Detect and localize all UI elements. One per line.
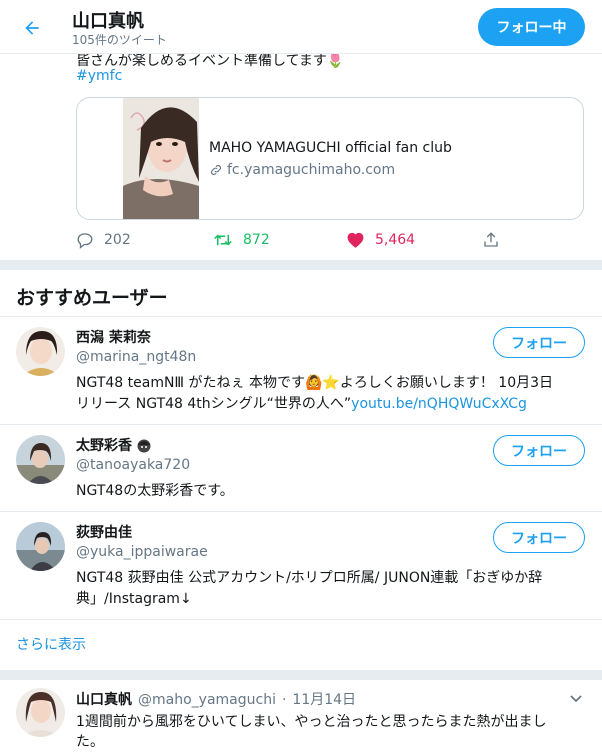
tweet-actions: 202 872 5,464 — [76, 231, 516, 253]
share-icon — [484, 232, 498, 247]
avatar[interactable] — [16, 522, 65, 571]
hashtag-link[interactable]: #ymfc — [76, 68, 122, 84]
reply-icon — [77, 233, 93, 249]
tweet-header: 山口真帆 @maho_yamaguchi · 11月14日 — [76, 689, 356, 709]
back-button[interactable] — [16, 12, 48, 44]
bio-text: リリース NGT48 4thシングル“世界の人へ” — [76, 396, 352, 412]
retweet-icon — [214, 234, 232, 246]
tweet-menu-button[interactable] — [568, 690, 584, 706]
tweet-text-line: た。 — [76, 734, 104, 750]
share-button[interactable] — [482, 231, 500, 249]
card-domain-text: fc.yamaguchimaho.com — [227, 162, 396, 178]
bio-line: リリース NGT48 4thシングル“世界の人へ”youtu.be/nQHQWu… — [76, 394, 588, 415]
user-item[interactable]: 太野彩香 @tanoayaka720 フォロー NGT48の太野彩香です。 — [0, 425, 602, 511]
user-handle: @tanoayaka720 — [76, 457, 191, 473]
user-bio: NGT48の太野彩香です。 — [76, 481, 588, 502]
user-item[interactable]: 荻野由佳 @yuka_ippaiwarae フォロー NGT48 荻野由佳 公式… — [0, 512, 602, 619]
follow-button[interactable]: フォロー — [493, 435, 585, 466]
show-more-link[interactable]: さらに表示 — [16, 634, 86, 654]
section-divider — [0, 670, 602, 680]
section-divider — [0, 260, 602, 270]
user-item[interactable]: 西潟 茉莉奈 @marina_ngt48n フォロー NGT48 teamNⅢ … — [0, 317, 602, 424]
user-name-text: 太野彩香 — [76, 438, 132, 454]
separator-dot: · — [281, 692, 287, 708]
link-card[interactable]: MAHO YAMAGUCHI official fan club fc.yama… — [76, 97, 584, 220]
avatar[interactable] — [16, 327, 65, 376]
tweet-count: 105件のツイート — [72, 33, 167, 47]
like-button[interactable]: 5,464 — [346, 231, 415, 249]
card-image — [123, 98, 199, 219]
user-bio: NGT48 荻野由佳 公式アカウント/ホリプロ所属/ JUNON連載「おぎゆか辞… — [76, 568, 588, 610]
card-title: MAHO YAMAGUCHI official fan club — [209, 140, 452, 156]
tweet-author-handle[interactable]: @maho_yamaguchi — [138, 692, 276, 708]
user-handle: @yuka_ippaiwarae — [76, 544, 208, 560]
retweet-count: 872 — [243, 232, 270, 248]
bio-link[interactable]: youtu.be/nQHQWuCxXCg — [351, 396, 527, 412]
retweet-button[interactable]: 872 — [213, 231, 270, 249]
follow-button[interactable]: フォロー — [493, 327, 585, 358]
bio-line: NGT48 teamNⅢ がたねぇ 本物です🙆⭐よろしくお願いします！ 10月3… — [76, 375, 554, 391]
user-name[interactable]: 荻野由佳 — [76, 522, 132, 542]
tweet-date[interactable]: 11月14日 — [292, 689, 356, 709]
tweet-author-name[interactable]: 山口真帆 — [76, 689, 132, 709]
follow-button[interactable]: フォロー — [493, 522, 585, 553]
divider — [0, 619, 602, 620]
link-icon — [211, 165, 221, 175]
heart-icon — [347, 232, 364, 248]
user-name[interactable]: 西潟 茉莉奈 — [76, 327, 151, 347]
reply-button[interactable]: 202 — [76, 231, 131, 249]
back-arrow-icon — [25, 21, 39, 35]
tweet-text: 1週間前から風邪をひいてしまい、やっと治ったと思ったらまた熱が出まし た。 — [76, 712, 588, 752]
avatar[interactable] — [16, 435, 65, 484]
reply-count: 202 — [104, 232, 131, 248]
face-emoji-icon — [137, 439, 151, 453]
avatar[interactable] — [16, 688, 65, 737]
profile-header: 山口真帆 105件のツイート フォロー中 — [0, 0, 602, 54]
chevron-down-icon — [570, 695, 582, 703]
recommended-title: おすすめユーザー — [16, 287, 168, 309]
bio-line: NGT48 荻野由佳 公式アカウント/ホリプロ所属/ JUNON連載「おぎゆか辞 — [76, 570, 543, 586]
tweet[interactable]: 皆さんが楽しめるイベント準備してます🌷 #ymfc MAHO YAMAGUCHI… — [0, 54, 602, 259]
profile-name: 山口真帆 — [72, 11, 144, 32]
user-bio: NGT48 teamNⅢ がたねぇ 本物です🙆⭐よろしくお願いします！ 10月3… — [76, 373, 588, 415]
tweet-text-line: 1週間前から風邪をひいてしまい、やっと治ったと思ったらまた熱が出まし — [76, 714, 547, 730]
card-domain: fc.yamaguchimaho.com — [209, 162, 395, 178]
like-count: 5,464 — [375, 232, 416, 248]
user-handle: @marina_ngt48n — [76, 349, 197, 365]
following-button[interactable]: フォロー中 — [478, 8, 585, 46]
bio-line: NGT48の太野彩香です。 — [76, 483, 234, 499]
user-name[interactable]: 太野彩香 — [76, 435, 152, 455]
bio-line: 典」/Instagram↓ — [76, 591, 192, 607]
